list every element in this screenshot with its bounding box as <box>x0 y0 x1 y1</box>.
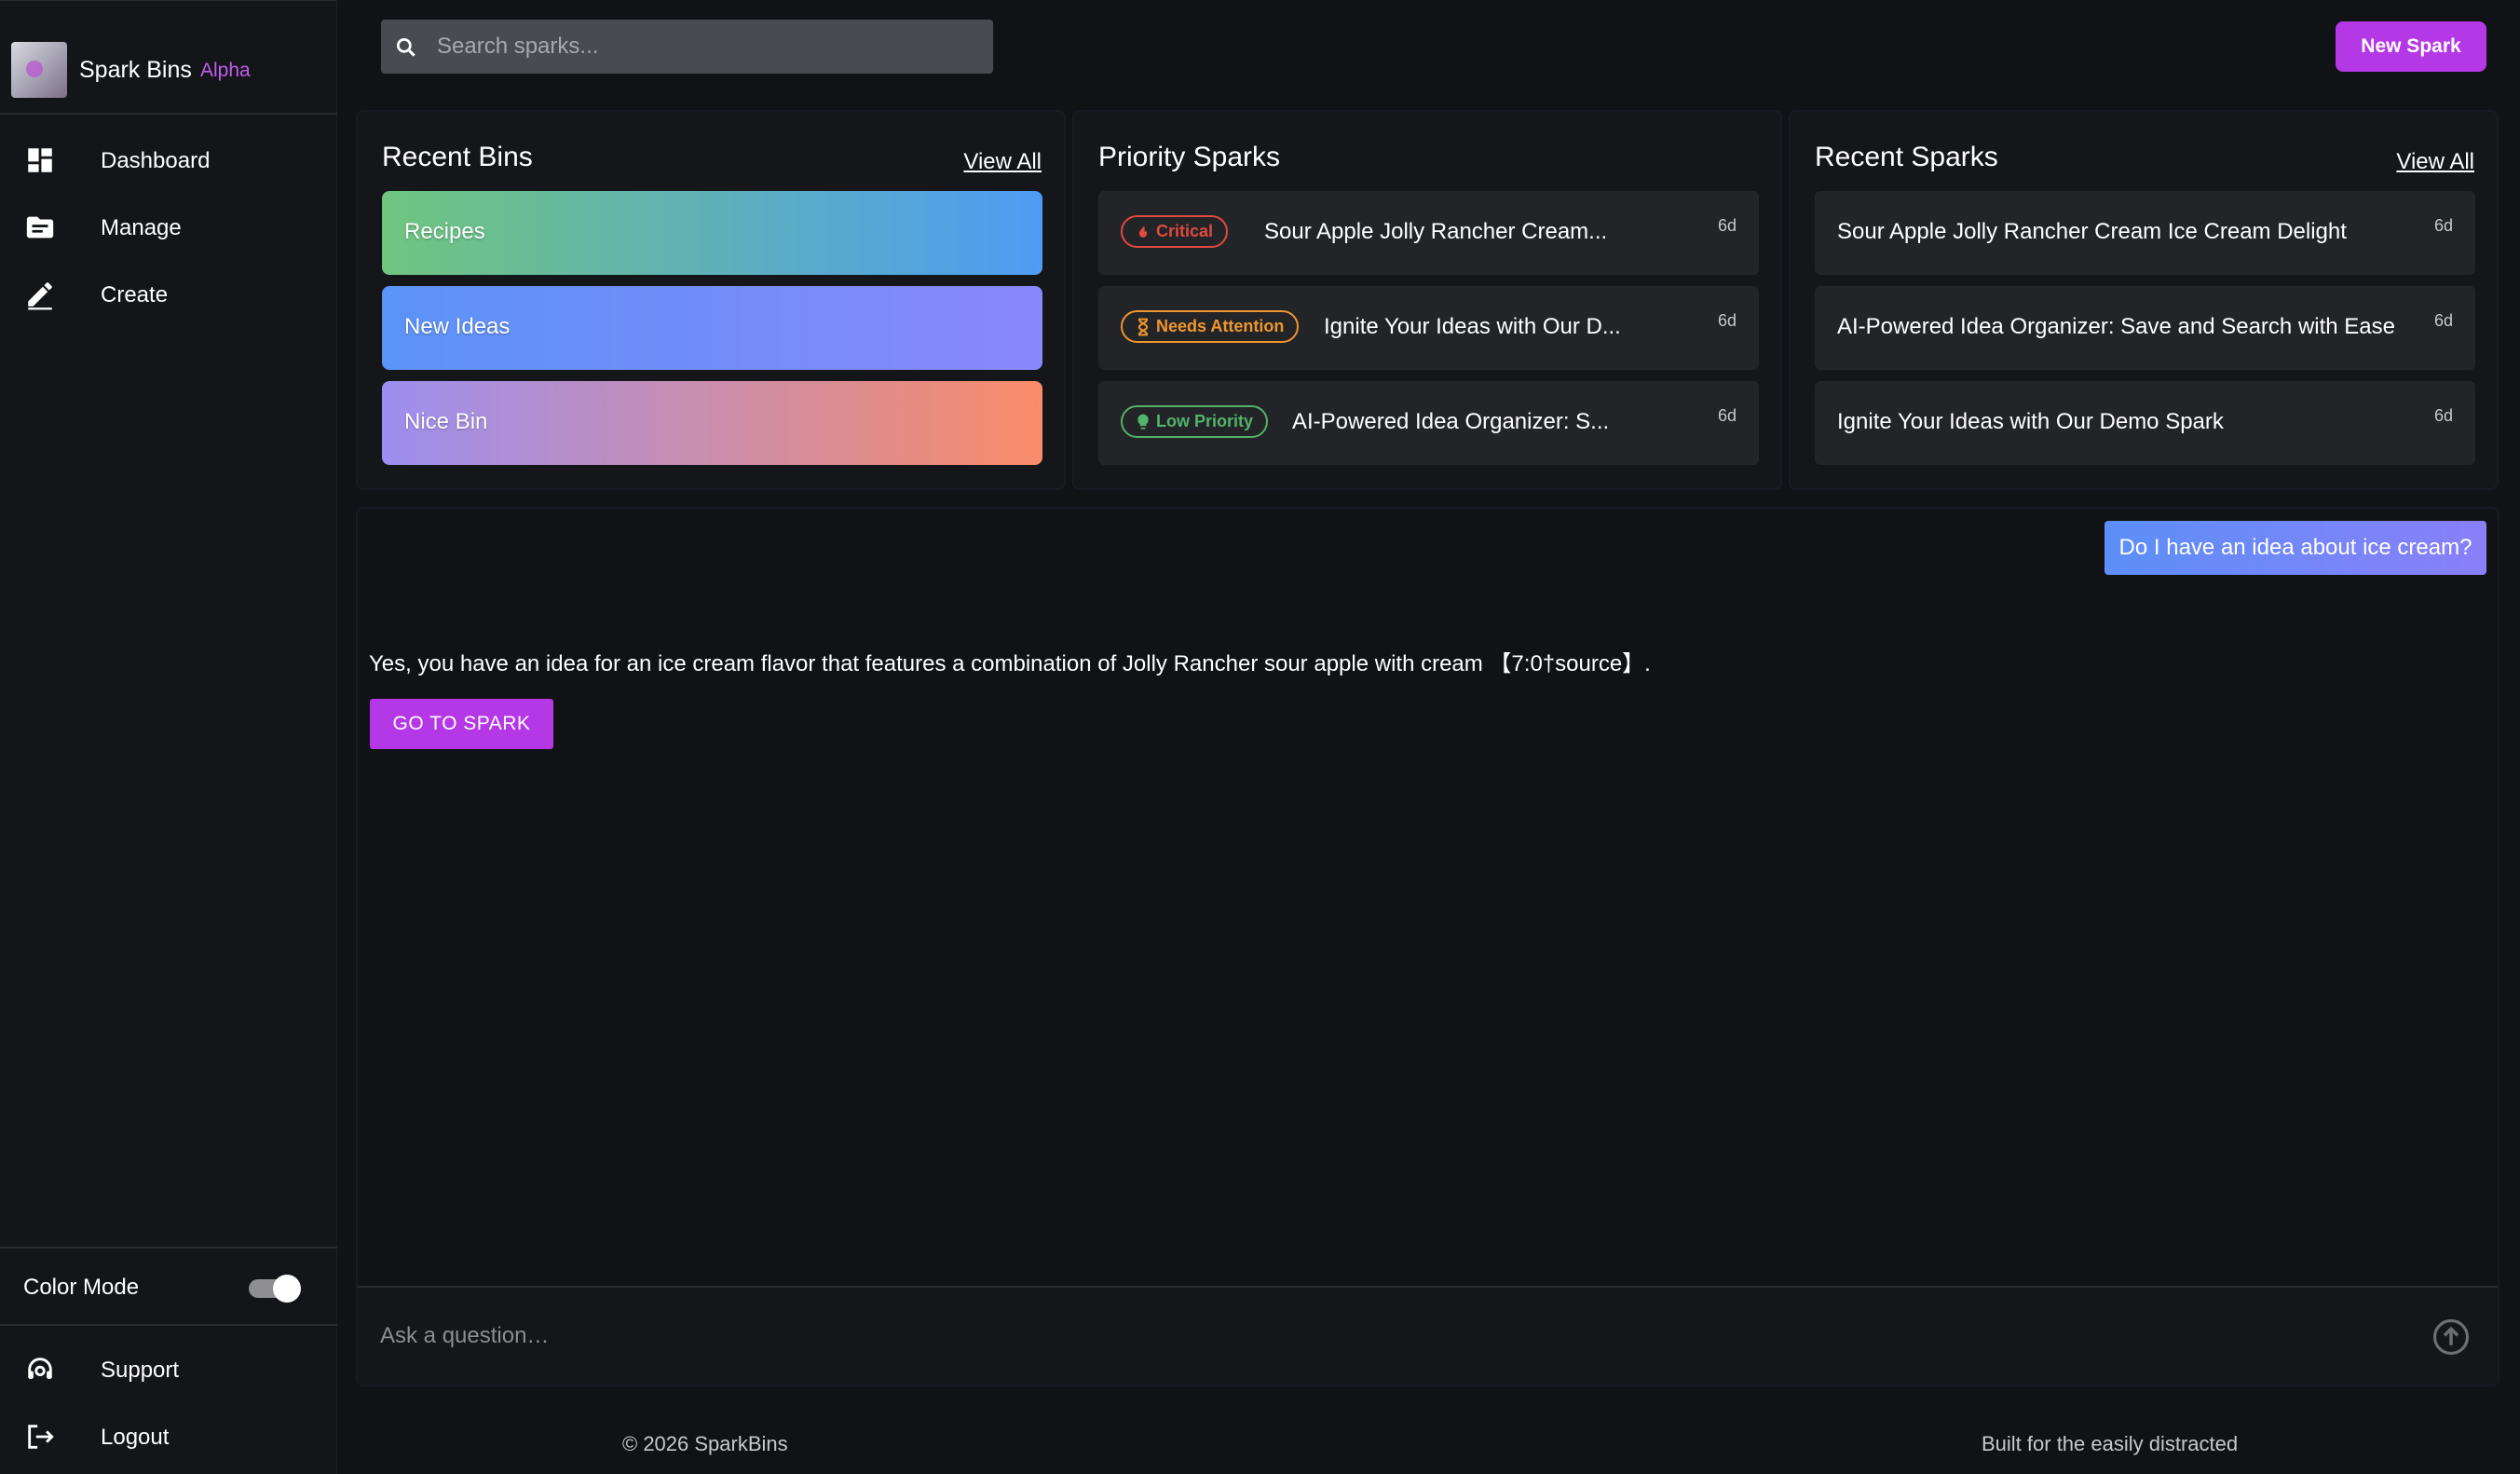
chat-input-bar <box>358 1286 2498 1385</box>
priority-spark-row[interactable]: Low Priority AI-Powered Idea Organizer: … <box>1098 381 1759 465</box>
spark-title: Ignite Your Ideas with Our D... <box>1324 314 1621 339</box>
hourglass-icon <box>1137 318 1149 336</box>
priority-badge-critical: Critical <box>1121 215 1229 248</box>
brand-header: Spark Bins Alpha <box>0 1 337 115</box>
bin-name: New Ideas <box>404 314 511 339</box>
footer-tagline: Built for the easily distracted <box>1982 1432 2239 1455</box>
spark-age: 6d <box>2433 216 2453 235</box>
brand-name: Spark Bins <box>79 57 192 83</box>
spark-age: 6d <box>1717 216 1737 235</box>
spark-age: 6d <box>1717 311 1737 330</box>
bin-item-nice-bin[interactable]: Nice Bin <box>382 381 1042 465</box>
recent-sparks-view-all-link[interactable]: View All <box>2396 149 2474 175</box>
priority-spark-row[interactable]: Critical Sour Apple Jolly Rancher Cream.… <box>1098 191 1759 275</box>
footer-copyright: © 2026 SparkBins <box>622 1432 788 1455</box>
search-input[interactable] <box>437 20 977 74</box>
priority-spark-row[interactable]: Needs Attention Ignite Your Ideas with O… <box>1098 286 1759 370</box>
priority-badge-needs-attention: Needs Attention <box>1121 310 1300 343</box>
ask-question-input[interactable] <box>380 1310 2336 1362</box>
color-mode-toggle[interactable] <box>249 1275 301 1303</box>
color-mode-row: Color Mode <box>0 1247 337 1326</box>
color-mode-label: Color Mode <box>23 1275 140 1300</box>
assistant-answer: Yes, you have an idea for an ice cream f… <box>369 651 1651 676</box>
spark-title: Sour Apple Jolly Rancher Cream... <box>1264 219 1608 244</box>
recent-sparks-title: Recent Sparks <box>1815 142 1998 172</box>
recent-bins-title: Recent Bins <box>382 142 533 172</box>
support-agent-icon <box>28 1358 52 1379</box>
recent-sparks-card: Recent Sparks View All Sour Apple Jolly … <box>1791 112 2497 488</box>
spark-title: AI-Powered Idea Organizer: S... <box>1292 409 1610 434</box>
dashboard-icon <box>28 148 52 172</box>
sidebar-item-logout[interactable]: Logout <box>0 1409 337 1465</box>
sidebar-item-label: Manage <box>101 215 182 240</box>
new-spark-button[interactable]: New Spark <box>2336 21 2486 72</box>
send-arrow-icon[interactable] <box>2431 1317 2471 1357</box>
app-logo-icon[interactable] <box>11 42 67 98</box>
badge-label: Low Priority <box>1156 412 1254 430</box>
logout-icon <box>28 1425 54 1449</box>
sidebar-item-create[interactable]: Create <box>0 266 337 322</box>
spark-age: 6d <box>2433 311 2453 330</box>
flame-icon <box>1138 223 1148 238</box>
recent-spark-row[interactable]: AI-Powered Idea Organizer: Save and Sear… <box>1815 286 2475 370</box>
toggle-knob <box>273 1275 301 1303</box>
spark-title: Sour Apple Jolly Rancher Cream Ice Cream… <box>1837 219 2347 244</box>
bin-item-new-ideas[interactable]: New Ideas <box>382 286 1042 370</box>
spark-title: Ignite Your Ideas with Our Demo Spark <box>1837 409 2224 434</box>
recent-bins-card: Recent Bins View All Recipes New Ideas N… <box>358 112 1064 488</box>
spark-age: 6d <box>1717 406 1737 425</box>
spark-age: 6d <box>2433 406 2453 425</box>
sidebar-item-dashboard[interactable]: Dashboard <box>0 132 337 188</box>
search-icon <box>396 37 415 57</box>
bin-item-recipes[interactable]: Recipes <box>382 191 1042 275</box>
lightbulb-icon <box>1137 414 1149 430</box>
search-bar[interactable] <box>381 20 993 74</box>
recent-spark-row[interactable]: Ignite Your Ideas with Our Demo Spark 6d <box>1815 381 2475 465</box>
priority-badge-low-priority: Low Priority <box>1121 405 1269 438</box>
bin-name: Recipes <box>404 219 485 244</box>
badge-label: Needs Attention <box>1156 317 1285 335</box>
sidebar-item-label: Logout <box>101 1425 170 1450</box>
priority-sparks-card: Priority Sparks Critical Sour Apple Joll… <box>1074 112 1780 488</box>
go-to-spark-button[interactable]: GO TO SPARK <box>370 699 553 749</box>
chat-panel: Do I have an idea about ice cream? Yes, … <box>358 509 2498 1385</box>
folder-icon <box>26 216 54 239</box>
recent-spark-row[interactable]: Sour Apple Jolly Rancher Cream Ice Cream… <box>1815 191 2475 275</box>
user-message-bubble: Do I have an idea about ice cream? <box>2105 521 2486 575</box>
sidebar-item-label: Support <box>101 1358 180 1383</box>
brand-tag: Alpha <box>200 60 251 81</box>
spark-title: AI-Powered Idea Organizer: Save and Sear… <box>1837 314 2395 339</box>
sidebar-item-label: Dashboard <box>101 148 211 173</box>
recent-bins-view-all-link[interactable]: View All <box>963 149 1042 175</box>
bin-name: Nice Bin <box>404 409 488 434</box>
sidebar-item-support[interactable]: Support <box>0 1342 337 1398</box>
edit-icon <box>28 282 52 310</box>
sidebar-item-manage[interactable]: Manage <box>0 199 337 255</box>
priority-sparks-title: Priority Sparks <box>1098 142 1281 172</box>
sidebar: Spark Bins Alpha Dashboard Manage Create… <box>0 0 337 1474</box>
badge-label: Critical <box>1156 222 1214 240</box>
sidebar-item-label: Create <box>101 282 169 307</box>
